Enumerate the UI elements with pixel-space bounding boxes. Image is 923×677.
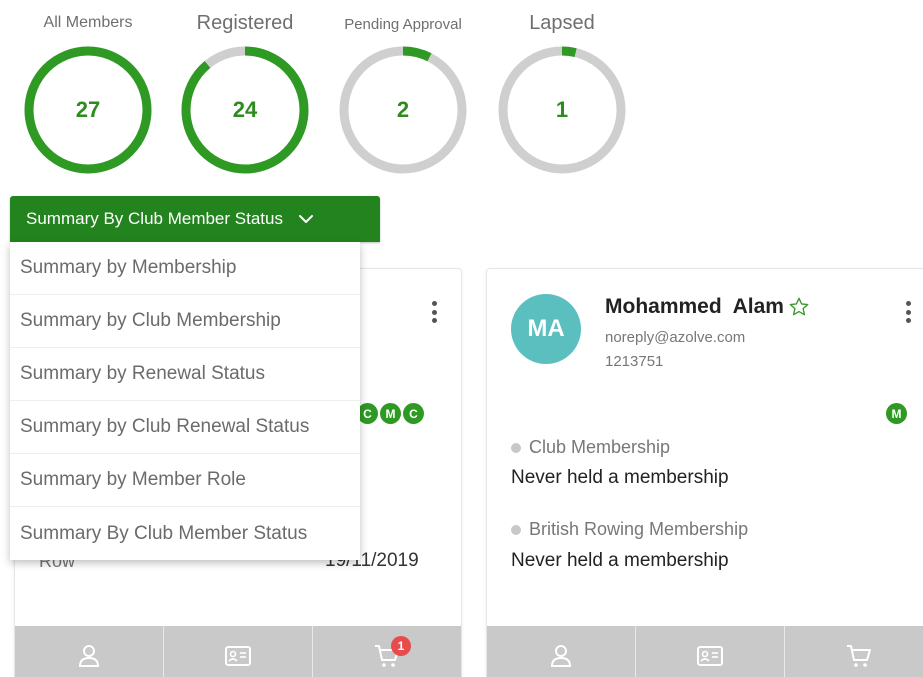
stat-label: Lapsed	[529, 12, 595, 34]
stat-value: 24	[232, 97, 258, 122]
stat-value: 27	[75, 97, 101, 122]
section-title-text: British Rowing Membership	[529, 519, 749, 539]
membership-badge: M	[380, 403, 401, 424]
membership-card-button[interactable]	[164, 626, 313, 677]
profile-button[interactable]	[487, 626, 636, 677]
status-dot	[511, 524, 521, 535]
cart-button[interactable]: 1	[313, 626, 461, 677]
dropdown-option-renewal-status[interactable]: Summary by Renewal Status	[10, 348, 360, 401]
card-footer	[487, 626, 923, 677]
stat-ring: 24	[180, 45, 310, 175]
dropdown-option-club-member-status[interactable]: Summary By Club Member Status	[10, 507, 360, 560]
membership-card-button[interactable]	[636, 626, 785, 677]
cart-button[interactable]	[785, 626, 923, 677]
membership-badges: C M C	[355, 403, 424, 424]
member-card[interactable]: MA Mohammed Alam noreply@azolve.com 1213…	[486, 268, 923, 677]
br-membership-value: Never held a membership	[511, 550, 729, 571]
dropdown-option-club-renewal-status[interactable]: Summary by Club Renewal Status	[10, 401, 360, 454]
status-dot	[511, 442, 521, 453]
more-options-icon[interactable]	[905, 301, 911, 323]
card-footer: 1	[15, 626, 461, 677]
section-title-text: Club Membership	[529, 437, 671, 457]
stat-value: 1	[555, 97, 569, 122]
stat-ring: 1	[497, 45, 627, 175]
favourite-star-icon[interactable]	[788, 296, 810, 318]
member-number: 1213751	[605, 353, 664, 370]
chevron-down-icon	[298, 215, 313, 223]
stat-label: Pending Approval	[344, 16, 462, 33]
id-card-icon	[697, 646, 723, 666]
member-email: noreply@azolve.com	[605, 329, 746, 346]
more-options-icon[interactable]	[431, 301, 437, 323]
user-icon	[550, 645, 572, 667]
stat-label: All Members	[43, 14, 133, 31]
stat-ring: 2	[338, 45, 468, 175]
user-icon	[78, 645, 100, 667]
cart-count-badge: 1	[391, 636, 411, 656]
cart-icon	[847, 645, 871, 667]
membership-badge: C	[403, 403, 424, 424]
profile-button[interactable]	[15, 626, 164, 677]
stat-value: 2	[396, 97, 410, 122]
membership-badge: C	[357, 403, 378, 424]
avatar: MA	[511, 294, 581, 364]
club-membership-title: Club Membership	[511, 437, 670, 458]
dropdown-option-club-membership[interactable]: Summary by Club Membership	[10, 295, 360, 348]
stat-ring: 27	[23, 45, 153, 175]
member-name[interactable]: Mohammed Alam	[605, 295, 810, 319]
dropdown-option-member-role[interactable]: Summary by Member Role	[10, 454, 360, 507]
br-membership-title: British Rowing Membership	[511, 519, 748, 540]
summary-dropdown-menu: Summary by Membership Summary by Club Me…	[10, 242, 360, 560]
dropdown-option-membership[interactable]: Summary by Membership	[10, 242, 360, 295]
id-card-icon	[225, 646, 251, 666]
summary-dropdown-label: Summary By Club Member Status	[26, 209, 283, 228]
member-name-text: Mohammed Alam	[605, 295, 784, 318]
membership-badge: M	[886, 403, 907, 424]
summary-dropdown-button[interactable]: Summary By Club Member Status	[10, 196, 380, 242]
club-membership-value: Never held a membership	[511, 467, 729, 488]
stat-label: Registered	[196, 12, 294, 34]
